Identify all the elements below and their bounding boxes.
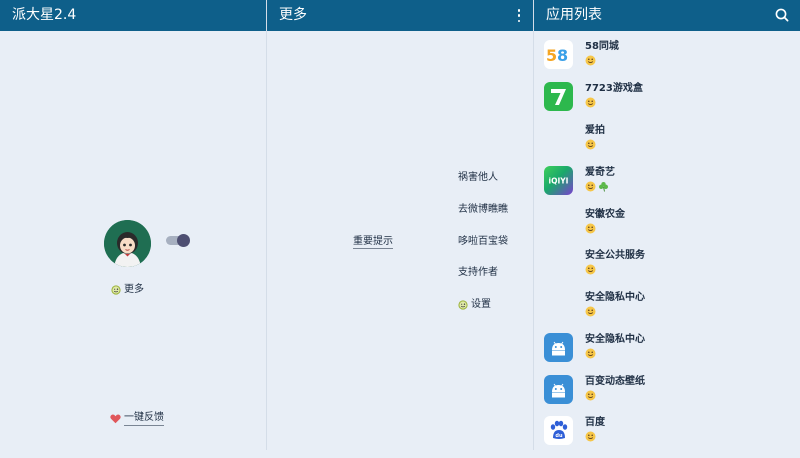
app-badges	[585, 264, 596, 275]
app-name: 百度	[585, 417, 605, 428]
app-list-bar: 应用列表	[534, 0, 800, 31]
svg-text:du: du	[555, 433, 563, 439]
svg-text:5: 5	[546, 46, 557, 65]
app-badges	[585, 97, 596, 108]
app-list-item[interactable]: 安全隐私中心	[534, 291, 800, 333]
app-list-item[interactable]: 百变动态壁纸	[534, 375, 800, 417]
wink-emoji-icon	[458, 299, 468, 310]
app-badges	[585, 223, 596, 234]
app-name: 爱奇艺	[585, 167, 615, 178]
more-app-bar: 更多	[267, 0, 533, 31]
feedback-link[interactable]: 一键反馈	[110, 411, 164, 426]
more-link-label: 更多	[124, 284, 144, 295]
smiley-icon	[585, 139, 596, 150]
app-list-title: 应用列表	[546, 7, 602, 23]
menu-item-harm-others[interactable]: 祸害他人	[458, 171, 498, 184]
svg-text:8: 8	[557, 46, 568, 65]
app-badges	[585, 348, 596, 359]
app-list-item[interactable]: 5 8 58同城	[534, 40, 800, 82]
app-list-pane: 应用列表 5 8 58同城 7723游戏盒 爱拍 iQIYI 爱奇艺 安徽农金 …	[534, 0, 800, 450]
menu-item-doraemon-pocket[interactable]: 哆啦百宝袋	[458, 235, 508, 248]
app-name: 百变动态壁纸	[585, 376, 645, 387]
app-title: 派大星2.4	[12, 7, 77, 23]
app-badges	[585, 181, 609, 192]
mode-toggle[interactable]	[166, 234, 190, 247]
smiley-icon	[585, 264, 596, 275]
smiley-icon	[585, 181, 596, 192]
wink-emoji-icon	[111, 284, 121, 295]
58-logo-icon: 5 8	[544, 40, 573, 69]
app-name: 58同城	[585, 41, 619, 52]
more-pane: 更多	[267, 0, 533, 450]
menu-item-support-author[interactable]: 支持作者	[458, 266, 498, 279]
app-name: 安全隐私中心	[585, 292, 645, 303]
smiley-icon	[585, 97, 596, 108]
app-bar: 派大星2.4	[0, 0, 266, 31]
notice-label: 重要提示	[353, 236, 393, 249]
avatar[interactable]	[104, 220, 151, 267]
smiley-icon	[585, 431, 596, 442]
app-badges	[585, 55, 596, 66]
heart-icon	[110, 414, 121, 423]
clover-icon	[599, 182, 608, 192]
smiley-icon	[585, 223, 596, 234]
smiley-icon	[585, 390, 596, 401]
app-list-item[interactable]: du 百度	[534, 416, 800, 458]
app-list-item[interactable]: 安徽农金	[534, 208, 800, 250]
app-name: 爱拍	[585, 125, 605, 136]
app-list-item[interactable]: 7723游戏盒	[534, 82, 800, 124]
app-name: 安全公共服务	[585, 250, 645, 261]
more-title: 更多	[279, 7, 307, 23]
app-name: 安全隐私中心	[585, 334, 645, 345]
app-list-item[interactable]: 安全公共服务	[534, 249, 800, 291]
app-badges	[585, 390, 596, 401]
baidu-paw-icon: du	[544, 416, 573, 445]
app-badges	[585, 306, 596, 317]
settings-link[interactable]: 设置	[458, 298, 491, 311]
app-name: 安徽农金	[585, 209, 625, 220]
app-list-item[interactable]: 爱拍	[534, 124, 800, 166]
search-icon[interactable]	[774, 7, 790, 23]
iqiyi-logo-icon: iQIYI	[544, 166, 573, 195]
important-notice-link[interactable]: 重要提示	[353, 235, 393, 249]
android-icon	[544, 333, 573, 362]
app-list-item[interactable]: 安全隐私中心	[534, 333, 800, 375]
menu-item-weibo[interactable]: 去微博瞧瞧	[458, 203, 508, 216]
toggle-knob	[177, 234, 190, 247]
smiley-icon	[585, 348, 596, 359]
smiley-icon	[585, 306, 596, 317]
feedback-label: 一键反馈	[124, 411, 164, 426]
svg-text:iQIYI: iQIYI	[549, 177, 569, 186]
android-icon	[544, 375, 573, 404]
app-name: 7723游戏盒	[585, 83, 643, 94]
main-pane: 派大星2.4 更多 一键反馈	[0, 0, 266, 450]
smiley-icon	[585, 55, 596, 66]
settings-label: 设置	[471, 299, 491, 310]
app-list-item[interactable]: iQIYI 爱奇艺	[534, 166, 800, 208]
more-link[interactable]: 更多	[111, 283, 144, 296]
overflow-menu-icon[interactable]	[517, 9, 521, 22]
app-badges	[585, 139, 596, 150]
7723-logo-icon	[544, 82, 573, 111]
app-badges	[585, 431, 596, 442]
